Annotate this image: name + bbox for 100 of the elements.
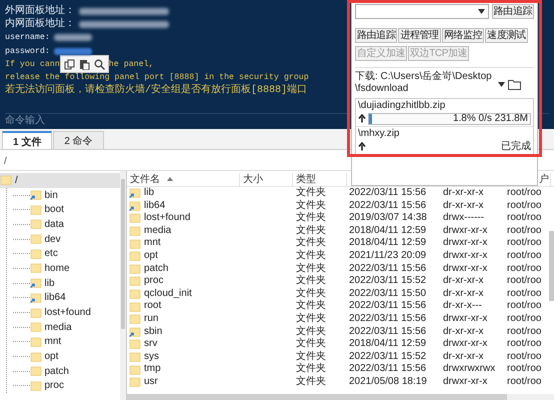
tree-item[interactable]: dev [30,232,61,247]
file-name[interactable]: lib64 [144,200,166,212]
permissions: dr-xr-xr-x [443,187,484,198]
modified-time: 2022/03/11 15:56 [349,262,426,274]
route-select[interactable] [355,4,490,19]
sort-up-icon [166,176,174,182]
file-name[interactable]: sys [144,350,159,364]
file-type: 文件夹 [296,350,326,362]
tree-item[interactable]: lib64 [30,290,66,306]
terminal-text: 若无法访问面板，请检查防火墙/安全组是否有放行面板[8888]端口 [5,84,308,98]
file-type: 文件夹 [296,312,326,324]
terminal-text: username: [5,32,50,44]
tree-item[interactable]: proc [30,378,64,394]
permissions: drwxr-xr-x [443,250,488,261]
file-type: 文件夹 [296,212,326,224]
modified-time: 2018/04/11 12:59 [349,224,426,236]
file-name[interactable]: lib [144,187,154,200]
modified-time: 2022/03/11 15:52 [349,275,426,286]
scrollbar-thumb[interactable] [549,231,554,301]
permissions: dr-xr-xr-x [443,275,484,286]
modified-time: 2022/03/11 15:56 [349,312,426,324]
owner: root/roo [507,350,542,362]
modified-time: 2022/03/11 15:52 [349,350,426,362]
file-name[interactable]: run [144,312,158,326]
permissions: dr-xr-xr-x [443,200,484,211]
upload-arrow-icon [358,114,366,123]
tree-item[interactable]: boot [30,202,64,218]
tree-item[interactable]: lost+found [30,305,91,320]
tree-item[interactable]: / [0,173,120,188]
tree-item[interactable]: patch [30,364,69,379]
owner: root/roo [507,262,542,274]
tree-item[interactable]: home [30,260,70,276]
permissions: dr-xr-xr-x [443,288,484,299]
file-type: 文件夹 [296,363,326,374]
tree-item[interactable]: bin [30,188,58,203]
permissions: dr-xr-xr-x [443,326,484,337]
tool-button[interactable]: 路由追踪 [355,28,398,43]
tool-button[interactable]: 速度测试 [485,28,528,43]
file-type: 文件夹 [296,187,326,198]
column-header[interactable]: 类型 [296,174,316,185]
modified-time: 2022/03/11 15:56 [349,187,426,198]
transfer-status: 1.8% 0/s 231.8M [452,112,529,126]
terminal-text: 外网面板地址： [5,5,75,18]
file-name[interactable]: proc [144,275,164,288]
route-trace-button[interactable]: 路由追踪 [492,4,534,19]
column-header[interactable]: 大小 [243,174,263,185]
tree-item[interactable]: etc [30,246,58,262]
file-type: 文件夹 [296,200,326,211]
owner: root/roo [507,212,542,224]
modified-time: 2022/03/11 15:50 [349,288,426,299]
file-type: 文件夹 [296,250,326,261]
tab[interactable]: 2 命令 [53,131,104,149]
file-name[interactable]: srv [144,338,158,351]
modified-time: 2022/03/11 15:56 [349,200,426,211]
scrollbar[interactable] [127,394,554,400]
caret-icon [498,82,505,87]
owner: root/roo [507,338,542,350]
modified-time: 2021/05/08 18:19 [349,376,427,387]
file-name[interactable]: media [144,224,172,238]
modified-time: 2019/03/07 14:38 [349,212,427,224]
file-name[interactable]: patch [144,262,168,276]
file-name[interactable]: mnt [144,237,161,250]
owner: root/roo [507,237,542,248]
file-name[interactable]: root [144,300,162,313]
file-name[interactable]: sbin [144,326,162,338]
permissions: drwxr-xr-x [443,338,488,350]
owner: root/roo [507,300,542,312]
tree-item[interactable]: data [30,216,64,232]
transfer-name: \mhxy.zip [358,128,400,140]
tree-item[interactable]: media [30,320,72,335]
file-name[interactable]: qcloud_init [144,288,192,300]
file-name[interactable]: lost+found [144,212,190,225]
file-type: 文件夹 [296,224,326,236]
tree-item[interactable]: opt [30,349,58,364]
tab[interactable]: 1 文件 [2,131,52,149]
column-header[interactable]: 文件名 [130,174,160,185]
tree-item[interactable]: mnt [30,334,62,350]
owner: root/roo [507,250,542,261]
file-name[interactable]: opt [144,250,158,263]
search-icon [94,58,105,70]
column-header[interactable]: 户 [539,174,549,185]
file-type: 文件夹 [296,288,326,299]
file-type: 文件夹 [296,300,326,312]
tool-button[interactable]: 网络监控 [442,28,484,43]
owner: root/roo [507,275,542,286]
tree-item[interactable]: lib [30,276,55,291]
modified-time: 2018/04/11 12:59 [349,237,426,248]
file-type: 文件夹 [296,326,326,337]
modified-time: 2018/04/11 12:59 [349,338,426,350]
owner: root/roo [507,376,542,387]
folder-icon[interactable] [508,79,520,90]
permissions: drwxr-xr-x [443,376,488,387]
permissions: dr-xr-xr-x [443,350,484,362]
file-name[interactable]: tmp [144,363,161,376]
owner: root/roo [507,200,542,211]
permissions: drwxr-xr-x [443,237,488,248]
owner: root/roo [507,187,542,198]
tool-button[interactable]: 进程管理 [398,28,441,43]
file-name[interactable]: usr [144,376,158,388]
scrollbar[interactable] [120,171,126,400]
